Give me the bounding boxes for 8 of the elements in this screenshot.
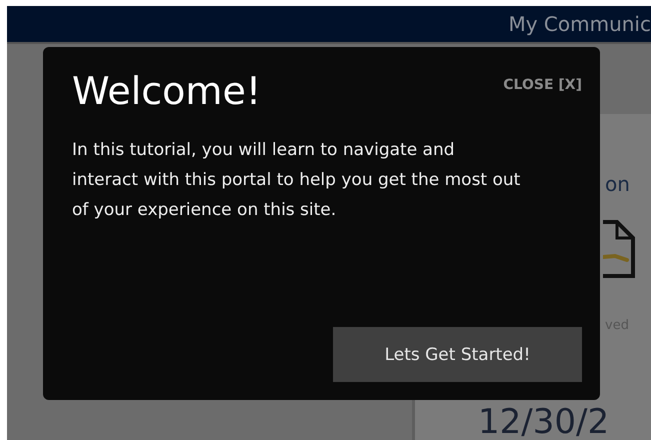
file-icon [603, 220, 635, 278]
dialog-text: In this tutorial, you will learn to navigate and interact with this portal to help you get the most out of your experience on this site. [72, 139, 522, 222]
page-title: My Communic [508, 12, 651, 36]
date-value: 12/30/2 [478, 404, 610, 440]
dialog-title: Welcome! [72, 69, 262, 113]
get-started-button[interactable]: Lets Get Started! [333, 327, 582, 382]
card-title: on [605, 172, 630, 196]
close-button[interactable]: CLOSE [X] [503, 77, 582, 93]
